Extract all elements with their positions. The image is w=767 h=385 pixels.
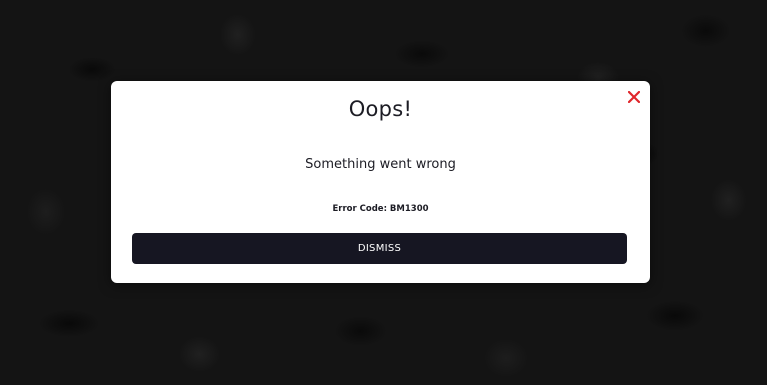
error-code-label: Error Code: BM1300 (332, 204, 429, 214)
dialog-message: Something went wrong (305, 157, 456, 172)
dialog-title: Oops! (348, 97, 413, 121)
close-button[interactable] (626, 89, 642, 105)
dismiss-button[interactable]: DISMISS (132, 233, 627, 264)
close-icon (628, 91, 640, 103)
error-dialog: Oops! Something went wrong Error Code: B… (111, 81, 650, 283)
